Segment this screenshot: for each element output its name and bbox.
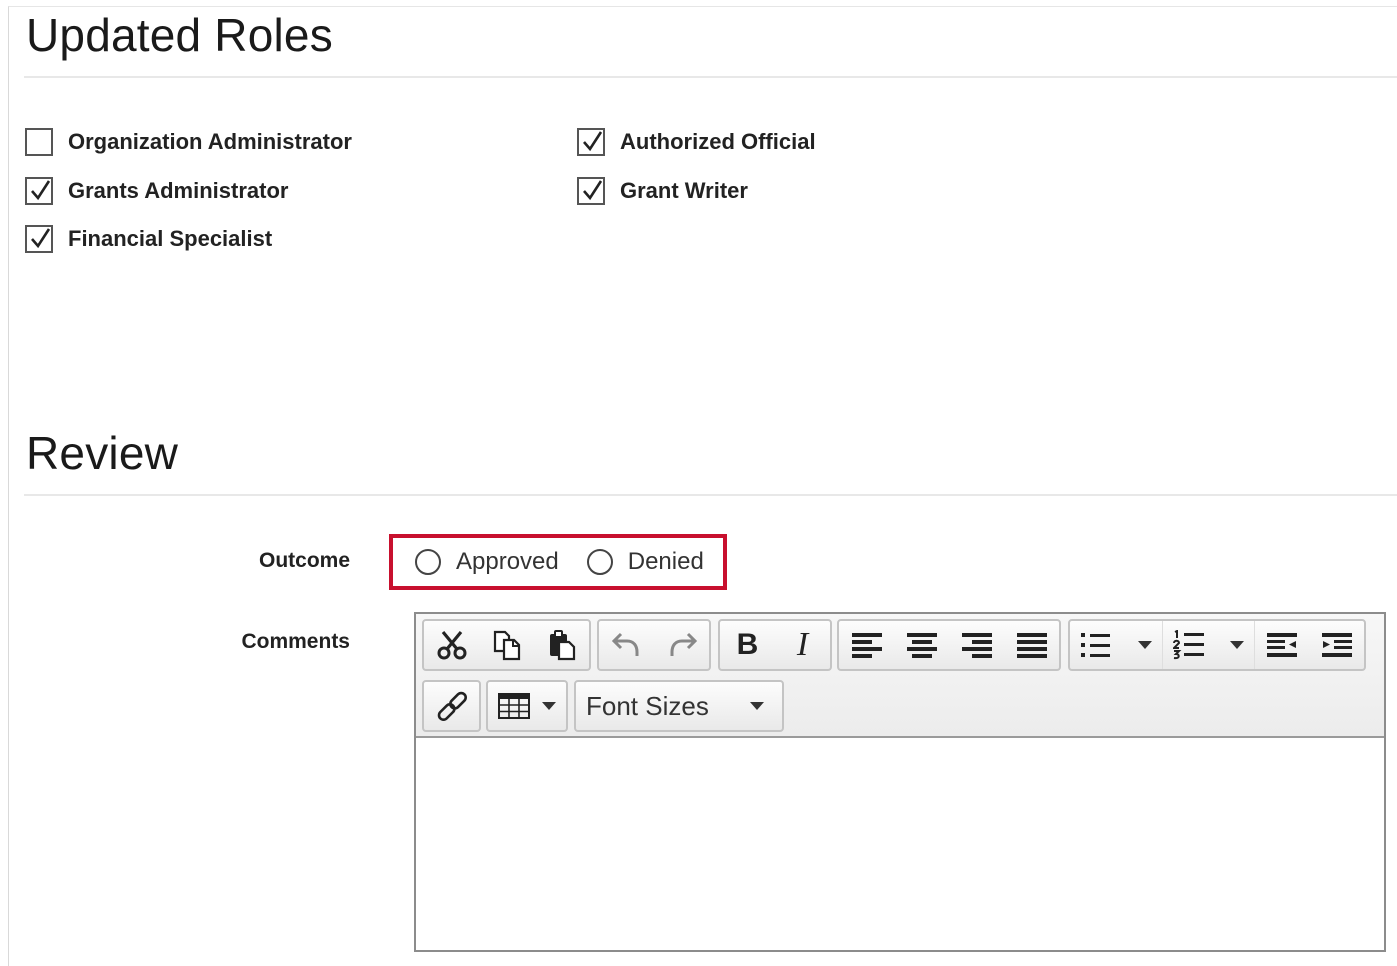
history-button-group — [597, 619, 711, 671]
checkmark-icon — [583, 131, 603, 152]
align-justify-button[interactable] — [1004, 621, 1059, 669]
format-button-group: B I — [718, 619, 832, 671]
indent-button[interactable] — [1309, 621, 1364, 669]
denied-radio[interactable] — [586, 549, 613, 575]
role-grant-writer[interactable]: Grant Writer — [577, 176, 748, 206]
align-right-button[interactable] — [949, 621, 1004, 669]
checkbox-checked[interactable] — [577, 177, 605, 205]
updated-roles-title: Updated Roles — [26, 9, 333, 61]
italic-icon: I — [796, 626, 809, 663]
role-label: Grants Administrator — [68, 178, 289, 203]
bold-button[interactable]: B — [720, 621, 775, 669]
approved-radio[interactable] — [415, 549, 441, 575]
role-label: Financial Specialist — [68, 226, 273, 251]
outdent-button[interactable] — [1254, 621, 1309, 669]
bold-icon: B — [736, 628, 759, 661]
role-authorized-official[interactable]: Authorized Official — [577, 127, 816, 157]
align-justify-icon — [1016, 633, 1047, 658]
link-button-group — [422, 680, 481, 732]
outcome-denied-option[interactable]: Denied — [586, 548, 704, 576]
cut-icon — [437, 630, 466, 660]
role-financial-specialist[interactable]: Financial Specialist — [25, 224, 272, 254]
copy-button[interactable] — [479, 621, 534, 669]
align-center-icon — [906, 633, 937, 658]
outdent-icon — [1267, 633, 1297, 657]
chevron-down-icon — [542, 702, 556, 710]
clipboard-button-group — [422, 619, 591, 671]
checkbox-checked[interactable] — [25, 177, 53, 205]
comments-text-area[interactable] — [416, 738, 1384, 950]
role-grants-administrator[interactable]: Grants Administrator — [25, 176, 288, 206]
link-icon — [437, 691, 467, 721]
checkbox-unchecked[interactable] — [25, 128, 53, 156]
review-divider — [24, 494, 1397, 496]
checkbox-checked[interactable] — [577, 128, 605, 156]
indent-icon — [1321, 633, 1352, 657]
role-label: Organization Administrator — [68, 129, 352, 154]
bullet-list-button[interactable] — [1070, 621, 1162, 669]
updated-roles-divider — [24, 76, 1397, 78]
comments-label: Comments — [241, 630, 350, 653]
chevron-down-icon — [750, 702, 764, 710]
align-left-button[interactable] — [839, 621, 894, 669]
checkbox-checked[interactable] — [25, 225, 53, 253]
undo-button[interactable] — [599, 621, 654, 669]
checkmark-icon — [583, 180, 603, 201]
align-right-icon — [961, 633, 992, 658]
copy-icon — [493, 630, 520, 661]
paste-button[interactable] — [534, 621, 589, 669]
align-left-icon — [851, 633, 882, 658]
comments-rich-text-editor: B I Font Sizes — [414, 612, 1386, 952]
redo-button[interactable] — [654, 621, 709, 669]
numbered-list-icon — [1173, 630, 1204, 660]
cut-button[interactable] — [424, 621, 479, 669]
align-center-button[interactable] — [894, 621, 949, 669]
italic-button[interactable]: I — [775, 621, 830, 669]
redo-icon — [670, 632, 697, 656]
alignment-button-group — [837, 619, 1061, 671]
table-button-group — [486, 680, 568, 732]
checkmark-icon — [31, 180, 51, 201]
chevron-down-icon — [1230, 641, 1244, 649]
chevron-down-icon — [1138, 641, 1152, 649]
list-button-group — [1068, 619, 1366, 671]
role-organization-administrator[interactable]: Organization Administrator — [25, 127, 352, 157]
editor-toolbar: B I Font Sizes — [416, 614, 1384, 738]
checkmark-icon — [31, 228, 51, 249]
bullet-list-icon — [1081, 633, 1110, 657]
font-sizes-label: Font Sizes — [586, 690, 709, 721]
font-sizes-dropdown[interactable]: Font Sizes — [574, 680, 784, 732]
review-title: Review — [26, 427, 179, 479]
table-button[interactable] — [488, 682, 566, 730]
outcome-approved-option[interactable]: Approved — [415, 548, 559, 576]
paste-icon — [549, 630, 575, 661]
numbered-list-button[interactable] — [1162, 621, 1254, 669]
role-label: Grant Writer — [620, 178, 748, 203]
outcome-label: Outcome — [258, 549, 350, 572]
denied-label: Denied — [627, 548, 704, 575]
role-label: Authorized Official — [620, 129, 816, 154]
approved-label: Approved — [456, 548, 559, 575]
outcome-radio-group: Approved Denied — [389, 534, 727, 590]
table-icon — [498, 693, 530, 719]
undo-icon — [611, 632, 638, 656]
link-button[interactable] — [424, 682, 479, 730]
